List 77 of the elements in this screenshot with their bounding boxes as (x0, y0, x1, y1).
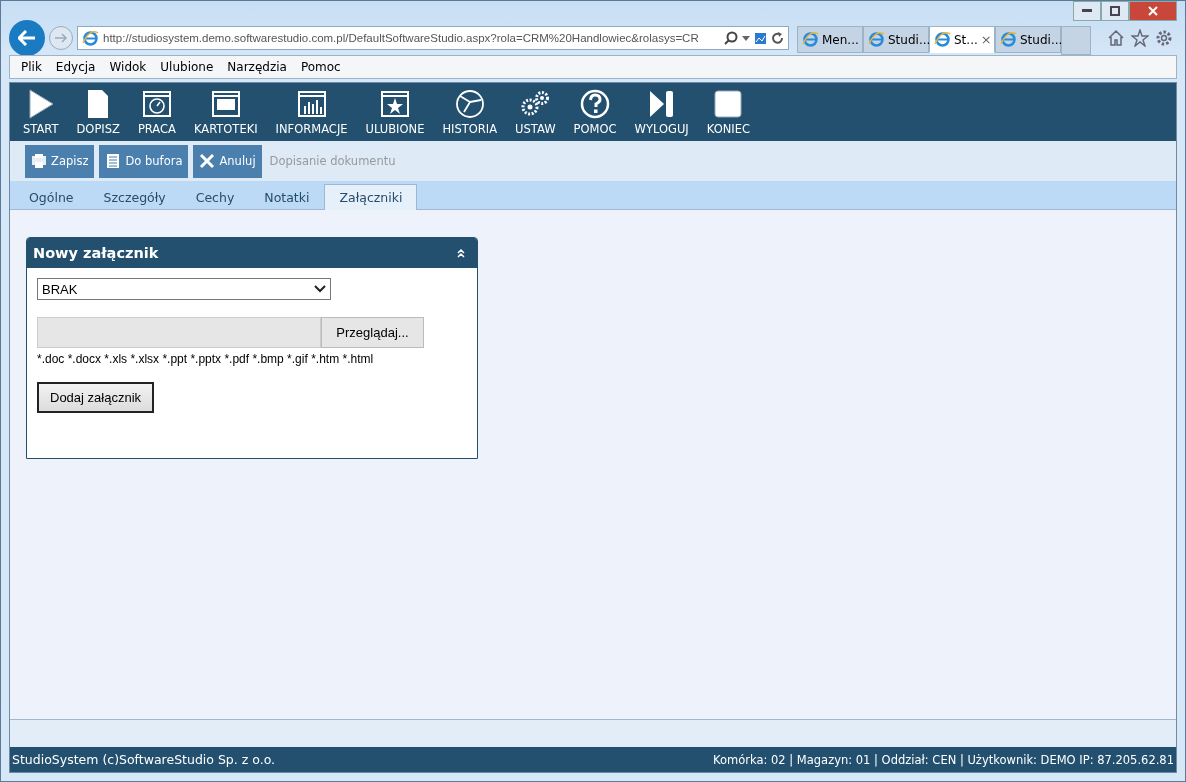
menu-item[interactable]: Edycja (48, 60, 103, 74)
ie-icon (868, 31, 885, 48)
toolbar-button[interactable]: HISTORIA (433, 88, 507, 141)
history-icon (453, 88, 486, 120)
toolbar-button[interactable]: POMOC (564, 88, 626, 141)
browser-tab[interactable]: St... × (929, 26, 995, 53)
allowed-extensions: *.doc *.docx *.xls *.xlsx *.ppt *.pptx *.pdf *.bmp *.gif *.htm *.html (37, 352, 374, 366)
menu-item[interactable]: Pomoc (293, 60, 348, 74)
file-path-field[interactable] (37, 317, 321, 348)
tab[interactable]: Ogólne (14, 184, 89, 209)
ie-icon (1000, 31, 1017, 48)
browser-tab-title: St... (954, 32, 978, 47)
bar-chart-icon (295, 88, 328, 120)
browser-tab-title: Men... (822, 32, 859, 47)
compatibility-icon (754, 31, 767, 45)
tab[interactable]: Szczegóły (88, 184, 181, 209)
ie-icon (934, 31, 951, 48)
list-icon (105, 153, 122, 169)
close-tab-button[interactable]: × (980, 32, 992, 47)
address-bar[interactable]: http://studiosystem.demo.softwarestudio.com.pl/DefaultSoftwareStudio.aspx?rola=CRM%20Handlowiec&rolasys=CR (77, 26, 789, 50)
refresh-icon (771, 31, 784, 45)
toolbar-button[interactable]: START (14, 88, 68, 141)
toolbar-button[interactable]: KONIEC (697, 88, 759, 141)
browser-tab[interactable]: Studi... (995, 26, 1061, 53)
toolbar-button[interactable]: DOPISZ (67, 88, 129, 141)
dropdown-caret-icon (742, 35, 750, 41)
toolbar-button[interactable]: WYLOGUJ (625, 88, 698, 141)
stop-square-icon (712, 88, 745, 120)
menu-item[interactable]: Widok (102, 60, 154, 74)
browser-tab-title: Studi... (1020, 32, 1063, 47)
printer-icon (31, 153, 47, 169)
action-button[interactable]: Anuluj (193, 144, 262, 178)
window-icon (209, 88, 242, 120)
close-icon (199, 153, 216, 169)
settings-icon[interactable] (1155, 29, 1173, 47)
type-select[interactable]: BRAK (37, 278, 331, 300)
menu-item[interactable]: Plik (14, 60, 49, 74)
back-arrow-icon (18, 30, 36, 46)
ie-icon (82, 29, 99, 47)
menu-item[interactable]: Narzędzia (220, 60, 294, 74)
minimize-button[interactable] (1073, 1, 1101, 21)
toolbar-button[interactable]: USTAW (506, 88, 565, 141)
minimize-icon (1082, 9, 1092, 13)
dropdown-caret-icon (314, 285, 326, 293)
toolbar-button[interactable]: KARTOTEKI (184, 88, 267, 141)
browser-tab-title: Studi... (888, 32, 931, 47)
action-button[interactable]: Zapisz (25, 144, 95, 178)
action-caption: Dopisanie dokumentu (269, 154, 396, 168)
browser-tab[interactable]: Studi... (863, 26, 929, 53)
search-icon (724, 31, 738, 45)
browse-button[interactable]: Przeglądaj... (321, 317, 424, 348)
address-url: http://studiosystem.demo.softwarestudio.com.pl/DefaultSoftwareStudio.aspx?rola=CRM%20Handlowiec&rolasys=CR (103, 32, 700, 44)
clock-window-icon (140, 88, 173, 120)
collapse-icon[interactable] (457, 248, 465, 258)
browser-tab[interactable]: Men... (797, 26, 863, 53)
tab[interactable]: Cechy (180, 184, 250, 209)
forward-arrow-icon (55, 33, 67, 43)
close-button[interactable] (1129, 1, 1177, 21)
toolbar-button[interactable]: PRACA (128, 88, 185, 141)
status-copyright: StudioSystem (c)SoftwareStudio Sp. z o.o. (12, 752, 276, 767)
panel-title: Nowy załącznik (33, 245, 159, 261)
status-info: Komórka: 02 | Magazyn: 01 | Oddział: CEN | Użytkownik: DEMO IP: 87.205.62.81 (713, 752, 1174, 767)
tab[interactable]: Notatki (249, 184, 325, 209)
back-button[interactable] (9, 20, 45, 56)
toolbar-button[interactable]: ULUBIONE (356, 88, 434, 141)
star-icon[interactable] (1131, 29, 1149, 47)
tab[interactable]: Załączniki (324, 184, 418, 210)
action-button[interactable]: Do bufora (99, 144, 189, 178)
menu-item[interactable]: Ulubione (153, 60, 221, 74)
close-icon (1148, 6, 1158, 16)
restore-icon (1110, 6, 1120, 16)
toolbar-button[interactable]: INFORMACJE (266, 88, 357, 141)
home-icon[interactable] (1107, 29, 1125, 47)
question-icon (579, 88, 612, 120)
maximize-button[interactable] (1101, 1, 1129, 21)
add-attachment-button[interactable]: Dodaj załącznik (37, 382, 155, 413)
ie-icon (802, 31, 819, 48)
